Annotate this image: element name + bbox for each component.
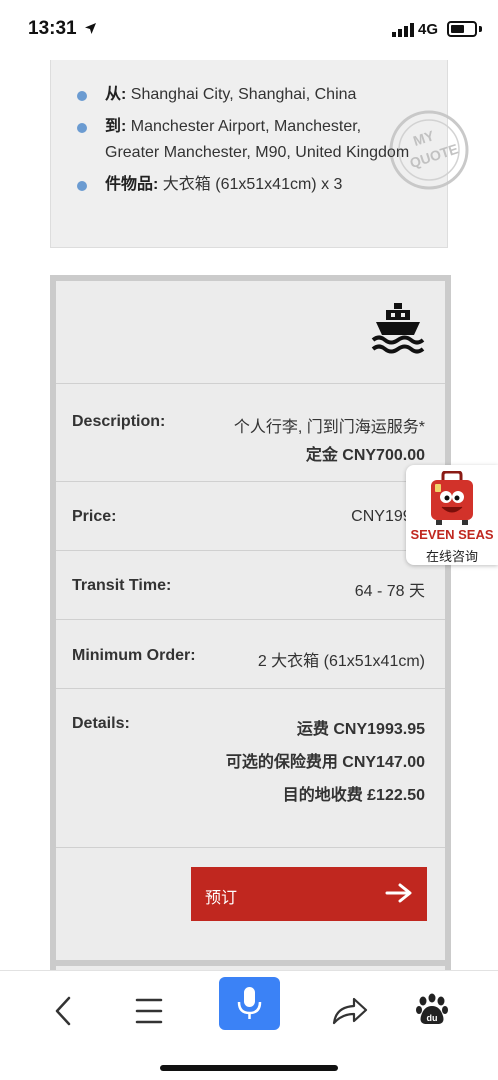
battery-level (451, 25, 464, 33)
widget-brand: SEVEN SEAS (410, 527, 494, 542)
battery-icon (447, 21, 477, 37)
bullet-dot (77, 181, 87, 191)
minimum-order-value: 2 大衣箱 (61x51x41cm) (257, 653, 425, 670)
location-arrow-icon (85, 23, 96, 34)
widget-subtitle: 在线咨询 (425, 549, 478, 564)
menu-icon[interactable] (127, 989, 171, 1033)
info-label-from: 从: (105, 86, 127, 103)
details-row: Details: 运费 CNY1993.95 可选的保险费用 CNY147.00… (56, 689, 445, 848)
description-label: Description: (72, 413, 166, 430)
price-row: Price: CNY1993. (56, 482, 445, 551)
info-value-to: Manchester Airport, Manchester, Greater … (105, 118, 410, 161)
info-item-to: 到: Manchester Airport, Manchester, Great… (77, 114, 417, 166)
info-label-items: 件物品: (105, 176, 159, 193)
info-value-from: Shanghai City, Shanghai, China (130, 86, 357, 103)
arrow-right-icon (385, 883, 412, 903)
info-label-to: 到: (105, 118, 127, 135)
details-line: 可选的保险费用 CNY147.00 (225, 754, 425, 771)
details-label: Details: (72, 715, 130, 732)
battery-cap (479, 26, 482, 32)
transport-row (56, 281, 445, 384)
baidu-paw-icon[interactable]: du (410, 989, 454, 1033)
description-row: Description: 个人行李, 门到门海运服务* 定金 CNY700.00 (56, 384, 445, 482)
signal-icon (392, 23, 414, 37)
transit-time-row: Transit Time: 64 - 78 天 (56, 551, 445, 620)
voice-search-button[interactable] (219, 977, 280, 1030)
details-line: 运费 CNY1993.95 (296, 721, 425, 738)
transit-time-value: 64 - 78 天 (354, 583, 425, 600)
minimum-order-row: Minimum Order: 2 大衣箱 (61x51x41cm) (56, 620, 445, 689)
suitcase-mascot-icon (431, 471, 473, 525)
network-type: 4G (418, 21, 439, 38)
minimum-order-label: Minimum Order: (72, 647, 196, 664)
book-button[interactable]: 预订 (191, 867, 427, 921)
bullet-dot (77, 123, 87, 133)
deposit-value: 定金 CNY700.00 (305, 447, 425, 464)
quote-card: Description: 个人行李, 门到门海运服务* 定金 CNY700.00… (50, 275, 451, 975)
shipment-info-list: 从: Shanghai City, Shanghai, China 到: Man… (77, 82, 417, 204)
seven-seas-chat-widget[interactable]: SEVEN SEAS 在线咨询 (406, 465, 498, 565)
share-icon[interactable] (328, 989, 372, 1033)
status-bar: 13:31 4G (0, 0, 498, 60)
browser-bottom-bar: du (0, 970, 498, 1080)
info-item-from: 从: Shanghai City, Shanghai, China (77, 82, 417, 108)
microphone-icon (237, 987, 262, 1019)
info-item-items: 件物品: 大衣箱 (61x51x41cm) x 3 (77, 172, 417, 198)
details-line: 目的地收费 £122.50 (282, 787, 425, 804)
back-icon[interactable] (42, 989, 86, 1033)
book-button-label: 预订 (205, 890, 238, 907)
price-label: Price: (72, 508, 117, 525)
transit-time-label: Transit Time: (72, 577, 172, 594)
home-indicator (160, 1065, 338, 1071)
info-value-items: 大衣箱 (61x51x41cm) x 3 (162, 176, 343, 193)
baidu-text: du (427, 1013, 438, 1023)
shipment-info-box: MY QUOTE 从: Shanghai City, Shanghai, Chi… (50, 60, 469, 248)
status-time: 13:31 (28, 18, 77, 39)
description-value: 个人行李, 门到门海运服务* (233, 419, 425, 436)
bullet-dot (77, 91, 87, 101)
ship-icon (371, 303, 425, 354)
